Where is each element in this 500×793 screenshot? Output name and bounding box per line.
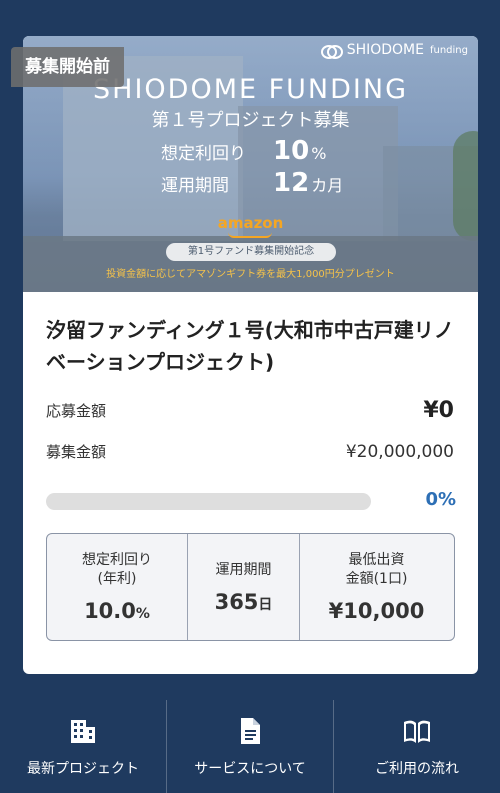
hero-period-value: 12 <box>273 168 310 198</box>
logo-text: SHIODOME <box>346 42 424 58</box>
applied-amount-label: 応募金額 <box>46 402 107 420</box>
bottom-nav: 最新プロジェクト サービスについて ご利用の流れ <box>0 700 500 793</box>
funding-progress-percent: 0% <box>425 489 456 510</box>
stat-period: 運用期間 365日 <box>187 534 299 640</box>
stat-yield-unit: % <box>135 606 150 622</box>
nav-latest-projects[interactable]: 最新プロジェクト <box>0 700 166 793</box>
stat-yield-label: 想定利回り (年利) <box>82 552 152 587</box>
project-card[interactable]: SHIODOME funding SHIODOME FUNDING 第１号プロジ… <box>23 36 478 674</box>
stat-min-investment-value: ¥10,000 <box>328 599 425 623</box>
hero-subtitle: 第１号プロジェクト募集 <box>151 110 350 131</box>
promo-text: 投資金額に応じてアマゾンギフト券を最大1,000円分プレゼント <box>106 269 395 280</box>
amazon-smile-icon <box>228 232 272 238</box>
hero-yield-unit: % <box>311 144 327 163</box>
stat-min-investment-value-wrap: ¥10,000 <box>329 599 425 623</box>
logo-icon <box>320 43 343 59</box>
book-icon <box>404 720 430 743</box>
stat-period-unit: 日 <box>258 596 273 613</box>
stat-period-label: 運用期間 <box>215 561 272 578</box>
target-amount-label: 募集金額 <box>46 443 107 461</box>
hero-yield-value: 10 <box>273 136 310 166</box>
stat-min-investment-label: 最低出資 金額(1口) <box>345 552 408 587</box>
stat-yield-value-wrap: 10.0% <box>84 599 150 623</box>
stat-min-investment: 最低出資 金額(1口) ¥10,000 <box>299 534 453 640</box>
stat-period-value: 365 <box>214 589 259 614</box>
stat-yield: 想定利回り (年利) 10.0% <box>47 534 187 640</box>
hero-period-row: 運用期間 12 カ月 <box>161 168 343 198</box>
logo-subtext: funding <box>429 44 468 56</box>
document-icon <box>241 717 260 744</box>
funding-progress-bar <box>46 493 371 510</box>
hero-period-label: 運用期間 <box>161 176 229 196</box>
nav-how-to-use[interactable]: ご利用の流れ <box>333 700 500 793</box>
nav-about-service-label: サービスについて <box>194 760 306 777</box>
shiodome-logo: SHIODOME funding <box>320 42 468 59</box>
campaign-pill: 第1号ファンド募集開始記念 <box>166 243 336 261</box>
hero-yield-row: 想定利回り 10 % <box>161 136 326 166</box>
target-amount-row: 募集金額 ¥20,000,000 <box>46 441 454 462</box>
nav-how-to-use-label: ご利用の流れ <box>375 760 459 777</box>
project-title[interactable]: 汐留ファンディング１号(大和市中古戸建リノベーションプロジェクト) <box>46 314 461 378</box>
stat-period-value-wrap: 365日 <box>215 590 273 614</box>
nav-about-service[interactable]: サービスについて <box>166 700 333 793</box>
applied-amount-value: ¥0 <box>423 398 454 423</box>
hero-yield-label: 想定利回り <box>161 144 246 164</box>
amazon-logo: amazon <box>217 214 284 232</box>
project-stats-box: 想定利回り (年利) 10.0% 運用期間 365日 最低出資 金額(1口) ¥10… <box>46 533 455 641</box>
status-badge: 募集開始前 <box>11 47 124 87</box>
building-icon <box>71 719 95 743</box>
target-amount-value: ¥20,000,000 <box>345 441 454 462</box>
nav-latest-projects-label: 最新プロジェクト <box>27 760 139 777</box>
hero-period-unit: カ月 <box>311 176 344 195</box>
applied-amount-row: 応募金額 ¥0 <box>46 398 454 423</box>
stat-yield-value: 10.0 <box>84 599 136 623</box>
